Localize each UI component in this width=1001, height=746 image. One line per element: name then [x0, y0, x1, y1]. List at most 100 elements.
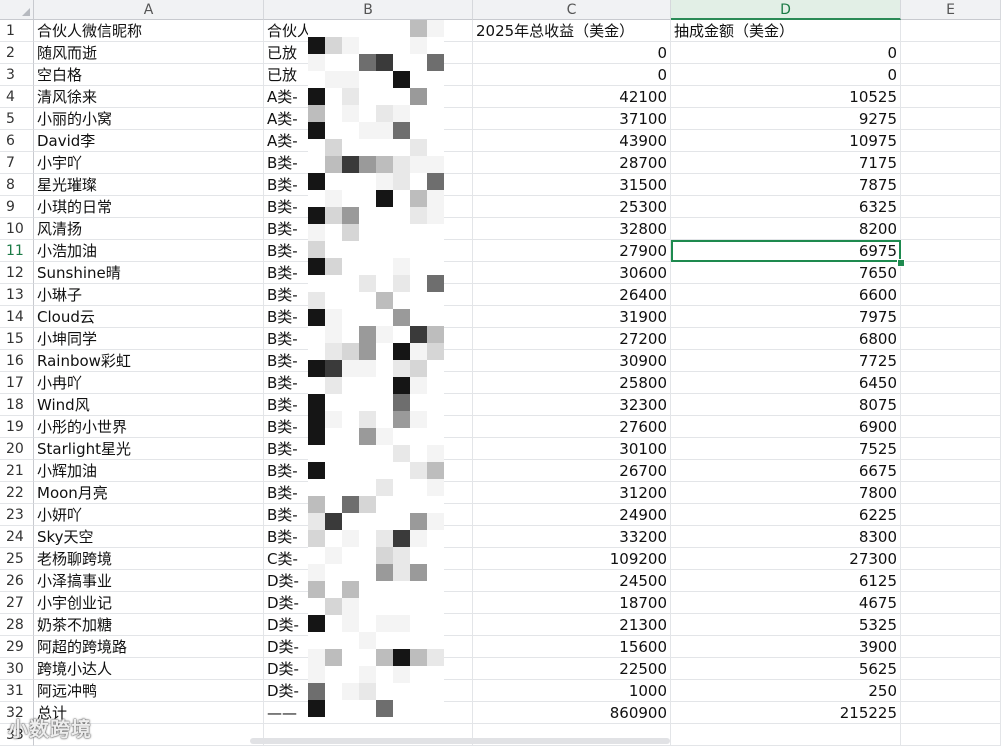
cell-a[interactable]: Sky天空: [34, 526, 264, 548]
cell-e-header[interactable]: [901, 20, 1001, 42]
cell-c[interactable]: 32300: [473, 394, 671, 416]
row-number[interactable]: 26: [0, 570, 34, 592]
cell-a[interactable]: 小琳子: [34, 284, 264, 306]
cell-a[interactable]: Moon月亮: [34, 482, 264, 504]
cell-e[interactable]: [901, 328, 1001, 350]
cell-e[interactable]: [901, 570, 1001, 592]
horizontal-scrollbar[interactable]: [250, 738, 670, 744]
cell-c[interactable]: 24900: [473, 504, 671, 526]
row-number[interactable]: 29: [0, 636, 34, 658]
cell-a[interactable]: Wind风: [34, 394, 264, 416]
cell-a[interactable]: Starlight星光: [34, 438, 264, 460]
row-number[interactable]: 18: [0, 394, 34, 416]
cell-d[interactable]: 7525: [671, 438, 901, 460]
cell-e[interactable]: [901, 174, 1001, 196]
cell-e[interactable]: [901, 702, 1001, 724]
cell-c[interactable]: 860900: [473, 702, 671, 724]
row-number[interactable]: 8: [0, 174, 34, 196]
row-number[interactable]: 9: [0, 196, 34, 218]
row-number[interactable]: 2: [0, 42, 34, 64]
cell-a[interactable]: 小浩加油: [34, 240, 264, 262]
cell-c[interactable]: 0: [473, 42, 671, 64]
row-number[interactable]: 25: [0, 548, 34, 570]
cell-c[interactable]: 31900: [473, 306, 671, 328]
cell-d[interactable]: 7800: [671, 482, 901, 504]
row-number[interactable]: 4: [0, 86, 34, 108]
row-number[interactable]: 16: [0, 350, 34, 372]
cell-e[interactable]: [901, 526, 1001, 548]
cell-e[interactable]: [901, 350, 1001, 372]
cell-a[interactable]: 风清扬: [34, 218, 264, 240]
cell-a[interactable]: 随风而逝: [34, 42, 264, 64]
cell-e[interactable]: [901, 306, 1001, 328]
cell-d-header[interactable]: 抽成金额（美金）: [671, 20, 901, 42]
cell-e[interactable]: [901, 196, 1001, 218]
cell-d[interactable]: 8075: [671, 394, 901, 416]
cell-c[interactable]: 18700: [473, 592, 671, 614]
cell-a[interactable]: 小彤的小世界: [34, 416, 264, 438]
cell-d[interactable]: 6975: [671, 240, 901, 262]
row-number[interactable]: 15: [0, 328, 34, 350]
row-number[interactable]: 6: [0, 130, 34, 152]
cell-d[interactable]: 6675: [671, 460, 901, 482]
cell-d[interactable]: 7725: [671, 350, 901, 372]
cell-a[interactable]: 老杨聊跨境: [34, 548, 264, 570]
row-number[interactable]: 27: [0, 592, 34, 614]
row-number[interactable]: 22: [0, 482, 34, 504]
cell-c[interactable]: 42100: [473, 86, 671, 108]
cell-a[interactable]: David李: [34, 130, 264, 152]
row-number[interactable]: 17: [0, 372, 34, 394]
cell-d[interactable]: 5625: [671, 658, 901, 680]
cell-d[interactable]: 215225: [671, 702, 901, 724]
cell-c[interactable]: 28700: [473, 152, 671, 174]
cell-e[interactable]: [901, 218, 1001, 240]
column-header-e[interactable]: E: [901, 0, 1001, 20]
cell-e[interactable]: [901, 438, 1001, 460]
cell-d[interactable]: 9275: [671, 108, 901, 130]
row-number[interactable]: 23: [0, 504, 34, 526]
row-number[interactable]: 5: [0, 108, 34, 130]
cell-a-header[interactable]: 合伙人微信昵称: [34, 20, 264, 42]
cell-d[interactable]: 8300: [671, 526, 901, 548]
cell-a[interactable]: 星光璀璨: [34, 174, 264, 196]
cell-e[interactable]: [901, 284, 1001, 306]
cell-e[interactable]: [901, 64, 1001, 86]
cell-c[interactable]: 27900: [473, 240, 671, 262]
cell-c[interactable]: 25300: [473, 196, 671, 218]
cell-e[interactable]: [901, 394, 1001, 416]
cell-d[interactable]: 10525: [671, 86, 901, 108]
cell-d[interactable]: 6800: [671, 328, 901, 350]
cell-e[interactable]: [901, 724, 1001, 746]
cell-c[interactable]: 109200: [473, 548, 671, 570]
cell-d[interactable]: 250: [671, 680, 901, 702]
cell-a[interactable]: 空白格: [34, 64, 264, 86]
cell-e[interactable]: [901, 658, 1001, 680]
select-all-corner[interactable]: [0, 0, 34, 20]
cell-d[interactable]: 10975: [671, 130, 901, 152]
cell-d[interactable]: 7975: [671, 306, 901, 328]
column-header-c[interactable]: C: [473, 0, 671, 20]
cell-c[interactable]: 37100: [473, 108, 671, 130]
cell-d[interactable]: 5325: [671, 614, 901, 636]
cell-c[interactable]: 15600: [473, 636, 671, 658]
cell-c[interactable]: 24500: [473, 570, 671, 592]
cell-d[interactable]: 6325: [671, 196, 901, 218]
cell-d[interactable]: 27300: [671, 548, 901, 570]
cell-a[interactable]: 阿超的跨境路: [34, 636, 264, 658]
cell-a[interactable]: 小丽的小窝: [34, 108, 264, 130]
row-number[interactable]: 7: [0, 152, 34, 174]
cell-c[interactable]: 32800: [473, 218, 671, 240]
cell-e[interactable]: [901, 504, 1001, 526]
cell-e[interactable]: [901, 614, 1001, 636]
cell-e[interactable]: [901, 680, 1001, 702]
row-number[interactable]: 3: [0, 64, 34, 86]
cell-d[interactable]: 0: [671, 42, 901, 64]
cell-c[interactable]: 25800: [473, 372, 671, 394]
cell-e[interactable]: [901, 372, 1001, 394]
cell-e[interactable]: [901, 416, 1001, 438]
cell-d[interactable]: 7875: [671, 174, 901, 196]
cell-a[interactable]: 跨境小达人: [34, 658, 264, 680]
row-number[interactable]: 30: [0, 658, 34, 680]
cell-c[interactable]: 26400: [473, 284, 671, 306]
cell-e[interactable]: [901, 86, 1001, 108]
